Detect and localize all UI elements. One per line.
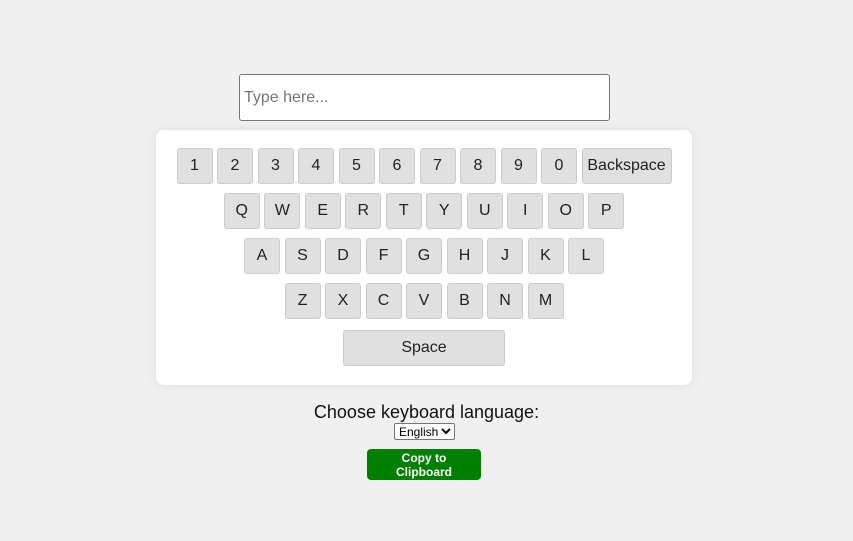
key-b[interactable]: B: [446, 283, 483, 319]
key-1[interactable]: 1: [176, 148, 213, 184]
key-w[interactable]: W: [264, 193, 301, 229]
key-6[interactable]: 6: [379, 148, 415, 184]
key-g[interactable]: G: [406, 238, 442, 274]
key-o[interactable]: O: [547, 193, 584, 229]
language-label: Choose keyboard language:: [313, 402, 540, 422]
key-9[interactable]: 9: [500, 148, 537, 184]
key-j[interactable]: J: [487, 238, 523, 274]
key-backspace[interactable]: Backspace: [581, 148, 672, 184]
key-t[interactable]: T: [385, 193, 422, 229]
key-d[interactable]: D: [325, 238, 361, 274]
key-f[interactable]: F: [365, 238, 402, 274]
key-5[interactable]: 5: [338, 148, 375, 184]
key-i[interactable]: I: [507, 193, 544, 229]
key-k[interactable]: K: [527, 238, 564, 274]
language-select[interactable]: English: [394, 423, 455, 440]
key-x[interactable]: X: [325, 283, 361, 319]
key-4[interactable]: 4: [298, 148, 334, 184]
key-r[interactable]: R: [345, 193, 382, 229]
key-row-zxcv: Z X C V B N M: [156, 283, 692, 319]
key-space[interactable]: Space: [343, 330, 505, 366]
key-p[interactable]: P: [588, 193, 625, 229]
key-l[interactable]: L: [568, 238, 604, 274]
key-n[interactable]: N: [487, 283, 523, 319]
key-a[interactable]: A: [244, 238, 280, 274]
key-row-space: Space: [156, 330, 692, 366]
virtual-keyboard-page: 1 2 3 4 5 6 7 8 9 0 Backspace Q W E R T …: [0, 0, 853, 541]
key-row-qwerty: Q W E R T Y U I O P: [156, 193, 692, 229]
key-h[interactable]: H: [446, 238, 483, 274]
key-z[interactable]: Z: [284, 283, 321, 319]
key-7[interactable]: 7: [419, 148, 456, 184]
text-input[interactable]: [239, 74, 610, 121]
key-row-asdf: A S D F G H J K L: [156, 238, 692, 274]
key-2[interactable]: 2: [217, 148, 253, 184]
key-y[interactable]: Y: [426, 193, 463, 229]
key-c[interactable]: C: [365, 283, 402, 319]
key-v[interactable]: V: [406, 283, 442, 319]
key-8[interactable]: 8: [460, 148, 496, 184]
virtual-keyboard: 1 2 3 4 5 6 7 8 9 0 Backspace Q W E R T …: [156, 130, 692, 385]
copy-to-clipboard-button[interactable]: Copy to Clipboard: [367, 449, 481, 480]
key-0[interactable]: 0: [541, 148, 577, 184]
key-u[interactable]: U: [466, 193, 503, 229]
key-m[interactable]: M: [527, 283, 564, 319]
key-e[interactable]: E: [304, 193, 341, 229]
key-q[interactable]: Q: [223, 193, 260, 229]
key-s[interactable]: S: [284, 238, 321, 274]
key-row-numbers: 1 2 3 4 5 6 7 8 9 0 Backspace: [156, 148, 692, 184]
key-3[interactable]: 3: [257, 148, 294, 184]
